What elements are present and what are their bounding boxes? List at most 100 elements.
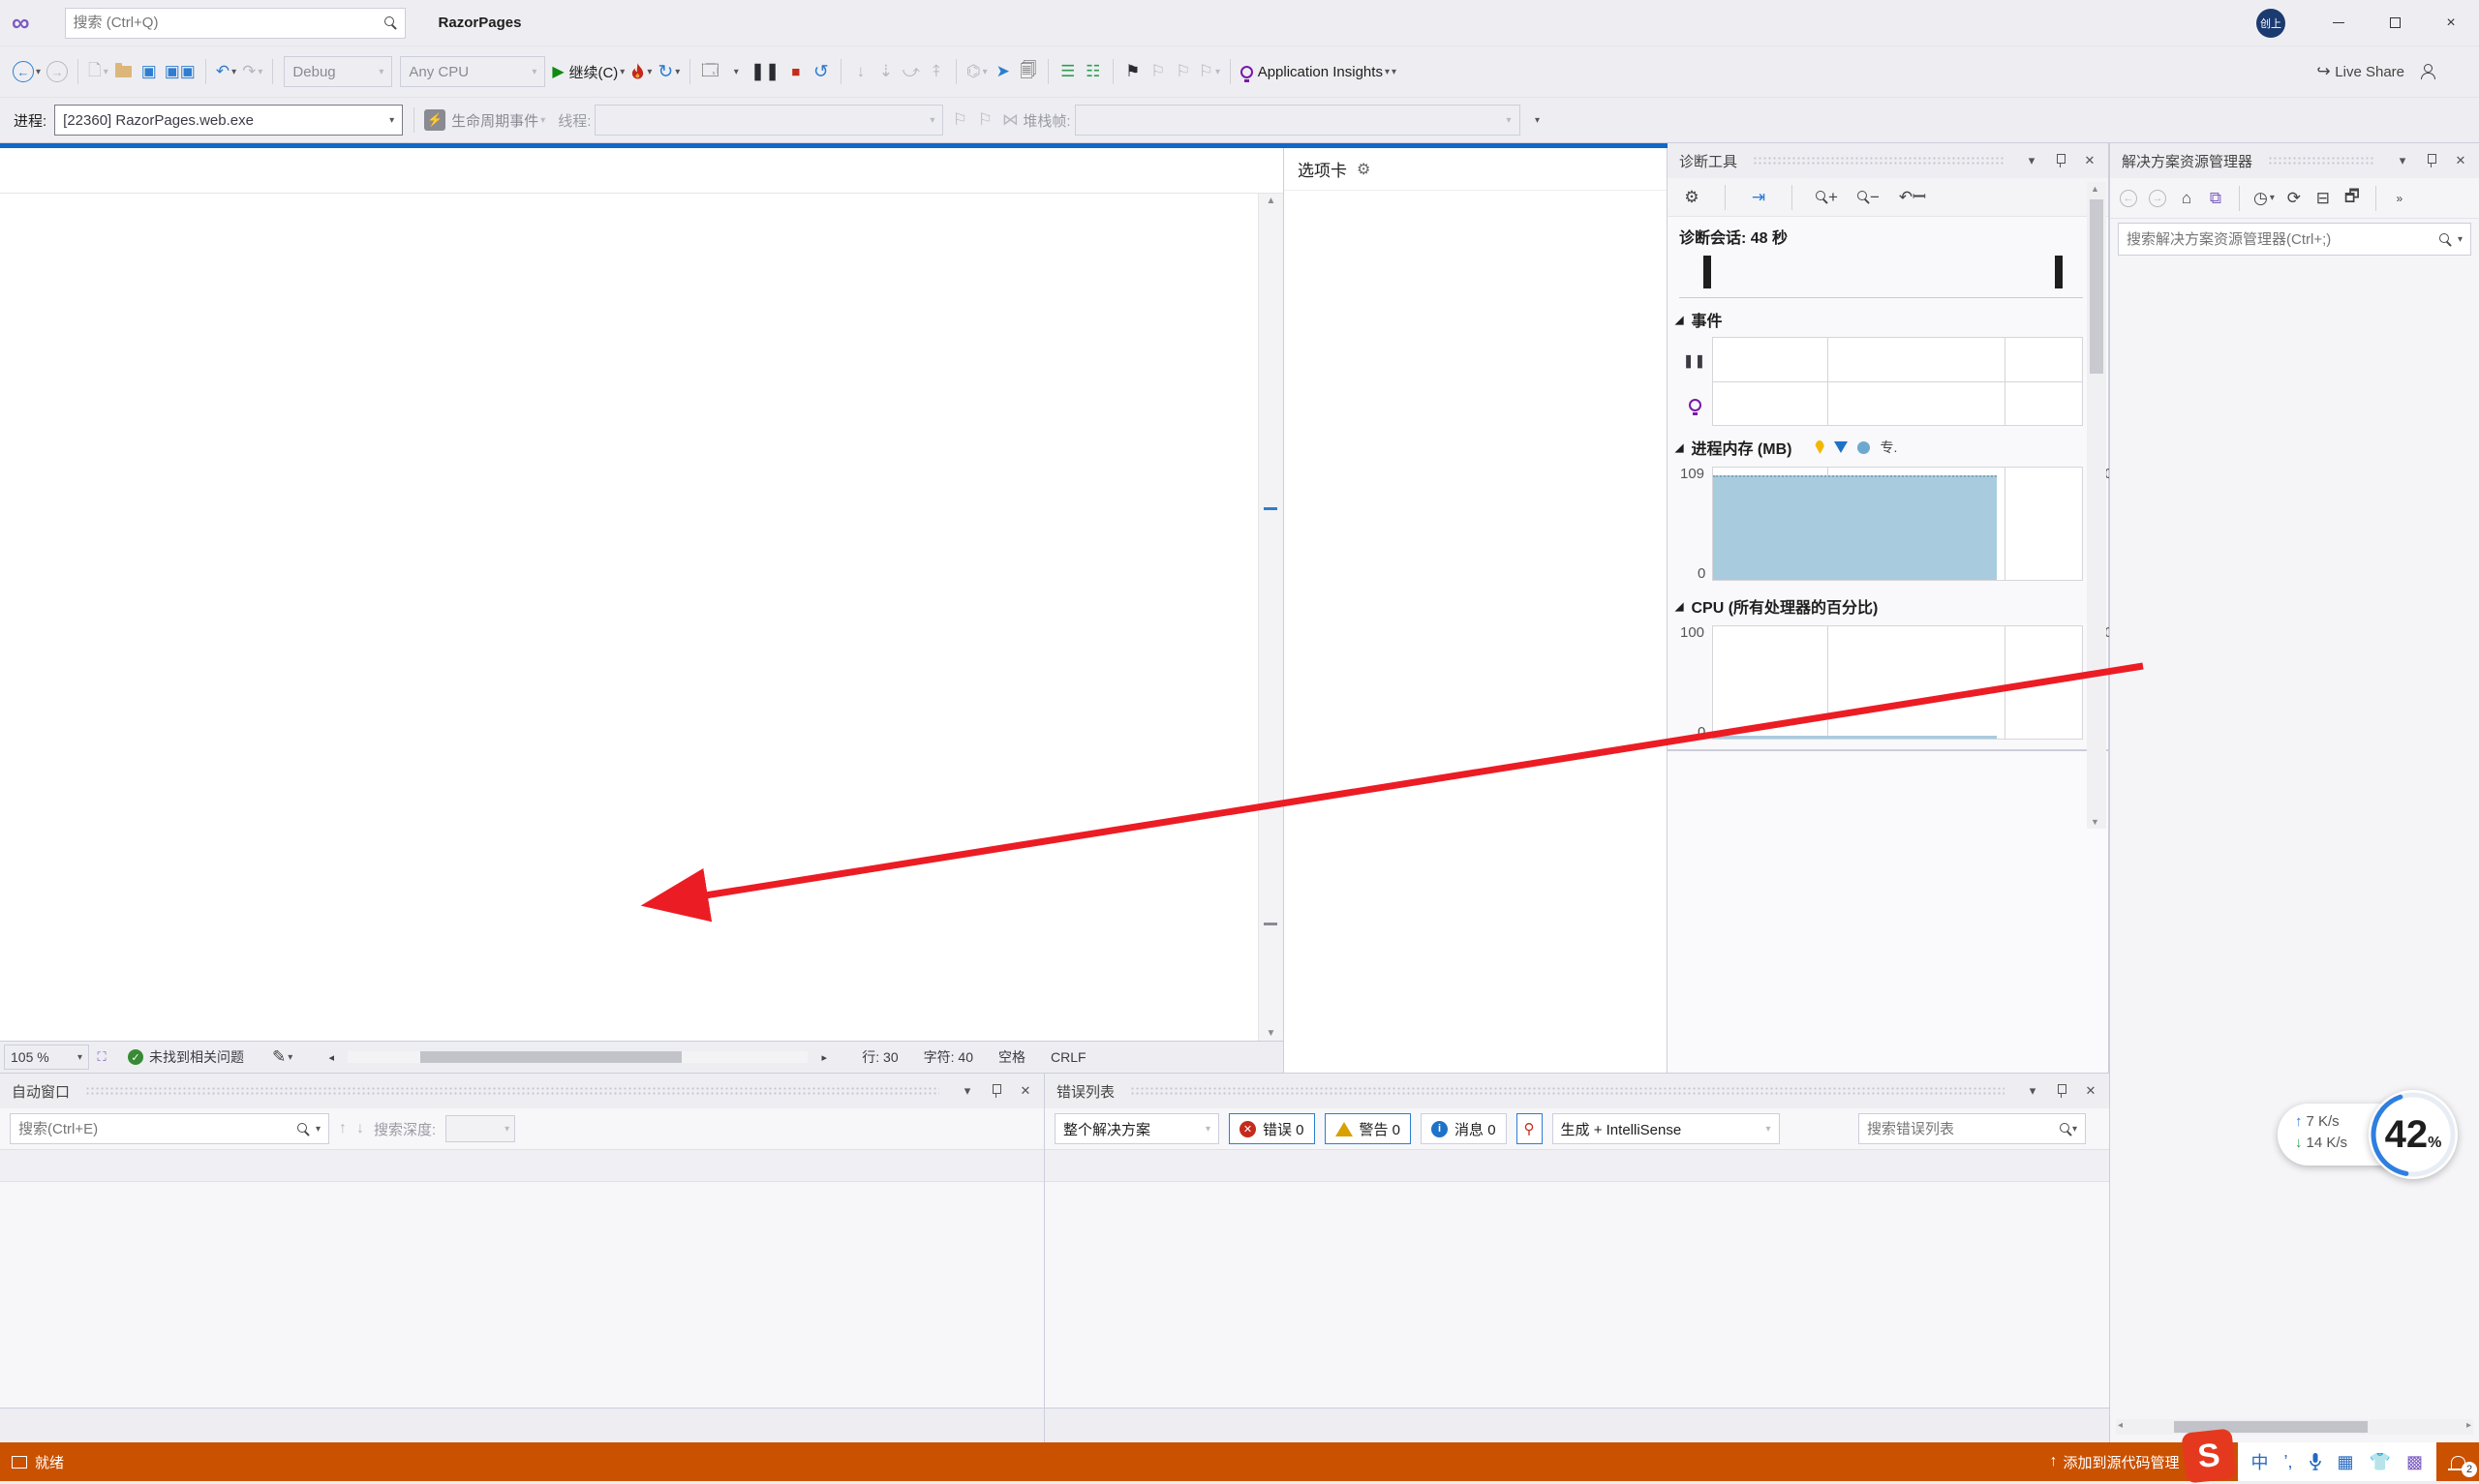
sync-with-active-document-icon[interactable]: ⟳ xyxy=(2281,182,2307,215)
undo-button[interactable]: ↶▾ xyxy=(213,55,239,88)
filter-icon-button[interactable]: ⚲ xyxy=(1516,1113,1543,1144)
save-button[interactable]: ▣ xyxy=(137,55,162,88)
next-bookmark-button[interactable]: ⚐ xyxy=(1171,55,1196,88)
code-editor[interactable]: ▲ ▼ 105 %▾ ⛶ ✓ 未找到相关问题 ✎▾ ◂ ▸ 行: 30 字符: … xyxy=(0,143,1284,1073)
error-list-body[interactable] xyxy=(1045,1182,2109,1408)
se-overflow-icon[interactable]: » xyxy=(2387,182,2412,215)
search-down-icon[interactable]: ↓ xyxy=(356,1120,364,1137)
maximize-button[interactable] xyxy=(2367,0,2423,45)
hscroll-right-icon[interactable]: ▸ xyxy=(811,1041,837,1074)
code-cleanup-icon[interactable]: ✎▾ xyxy=(269,1041,295,1074)
timeline-ruler[interactable] xyxy=(1679,252,2083,298)
outdent-lines-icon[interactable]: ☷ xyxy=(1081,55,1106,88)
conditions-icon[interactable]: ⌬▾ xyxy=(964,55,991,88)
error-search-box[interactable]: ▾ xyxy=(1858,1113,2086,1144)
window-position-icon[interactable]: ▾ xyxy=(2022,1083,2043,1099)
pending-changes-filter-icon[interactable]: ◷▾ xyxy=(2250,182,2278,215)
stop-debugging-button[interactable]: ■ xyxy=(783,55,809,88)
gear-icon[interactable]: ⚙ xyxy=(1357,160,1370,179)
autos-search-input[interactable] xyxy=(18,1121,297,1137)
add-to-source-control-button[interactable]: 添加到源代码管理 xyxy=(2064,1452,2180,1472)
restart-app-button[interactable]: ↺ xyxy=(809,55,834,88)
pin-icon[interactable] xyxy=(2050,154,2071,167)
zoom-out-icon[interactable]: − xyxy=(1854,181,1882,214)
hot-reload-button[interactable]: ▾ xyxy=(627,55,655,88)
close-icon[interactable]: ✕ xyxy=(2080,1083,2101,1099)
close-icon[interactable]: ✕ xyxy=(1015,1083,1036,1099)
memory-section-header[interactable]: 进程内存 (MB) xyxy=(1691,436,1791,459)
cpu-section-header[interactable]: CPU (所有处理器的百分比) xyxy=(1691,594,1878,618)
indent-lines-icon[interactable]: ☰ xyxy=(1056,55,1081,88)
restart-button[interactable]: ↻▾ xyxy=(655,55,683,88)
solution-explorer-hscrollbar[interactable]: ◂▸ xyxy=(2116,1419,2473,1435)
run-to-cursor-icon[interactable]: ➤ xyxy=(991,55,1016,88)
step-into-button[interactable]: ⇣ xyxy=(873,55,899,88)
break-all-button[interactable]: ❚❚ xyxy=(748,55,783,88)
show-next-statement-button[interactable]: ↓ xyxy=(848,55,873,88)
close-button[interactable]: × xyxy=(2423,0,2479,45)
document-outline-icon[interactable]: 🗐 xyxy=(1016,55,1041,88)
toggle-bookmark-button[interactable]: ⚑ xyxy=(1120,55,1146,88)
split-view-icon[interactable]: ⛶ xyxy=(89,1041,114,1074)
search-up-icon[interactable]: ↑ xyxy=(339,1120,347,1137)
ime-language-button[interactable]: 中 xyxy=(2251,1449,2269,1474)
navigate-forward-button[interactable]: → xyxy=(44,55,71,88)
timeline-end-marker[interactable] xyxy=(2055,256,2063,288)
step-over-button[interactable]: ⤻ xyxy=(899,55,924,88)
navigate-back-button[interactable]: ←▾ xyxy=(10,55,44,88)
soft-keyboard-icon[interactable]: ▦ xyxy=(2338,1452,2354,1472)
solution-search-input[interactable] xyxy=(2127,231,2439,248)
autos-search-box[interactable]: ▾ xyxy=(10,1113,329,1144)
hscroll-left-icon[interactable]: ◂ xyxy=(319,1041,344,1074)
timeline-start-marker[interactable] xyxy=(1703,256,1711,288)
code-area[interactable] xyxy=(0,194,1258,1041)
switch-views-icon[interactable]: ⧉ xyxy=(2203,182,2228,215)
preview-selected-icon[interactable]: 🗗 xyxy=(2340,182,2365,215)
lifecycle-events-dropdown[interactable]: ⚡生命周期事件▾ xyxy=(421,104,548,136)
browse-with-button[interactable]: 🗔 xyxy=(697,55,722,88)
open-folder-button[interactable] xyxy=(111,55,137,88)
scroll-down-icon[interactable]: ▼ xyxy=(1259,1028,1283,1039)
ime-toolbar[interactable]: 中 ’, ▦ 👕 ▩ xyxy=(2238,1442,2436,1481)
solution-platform-select[interactable]: Any CPU▾ xyxy=(400,56,545,87)
microphone-icon[interactable] xyxy=(2309,1452,2322,1471)
autos-body[interactable] xyxy=(0,1182,1044,1408)
add-user-icon[interactable] xyxy=(2415,55,2440,88)
window-position-icon[interactable]: ▾ xyxy=(2392,153,2413,168)
editor-vertical-scrollbar[interactable]: ▲ ▼ xyxy=(1258,194,1283,1041)
flag-icon[interactable]: ⚐ xyxy=(947,104,972,136)
flag-thread-icon[interactable]: ⚐ xyxy=(972,104,997,136)
pin-icon[interactable] xyxy=(986,1084,1007,1098)
toolbox-grid-icon[interactable]: ▩ xyxy=(2406,1452,2423,1472)
messages-filter-button[interactable]: i消息 0 xyxy=(1421,1113,1507,1144)
thread-select[interactable]: ▾ xyxy=(595,105,943,136)
home-icon[interactable]: ⌂ xyxy=(2174,182,2199,215)
close-icon[interactable]: ✕ xyxy=(2450,153,2471,168)
continue-button[interactable]: ▶ 继续(C)▾ xyxy=(549,55,627,88)
error-search-input[interactable] xyxy=(1867,1121,2060,1137)
warnings-filter-button[interactable]: 警告 0 xyxy=(1325,1113,1412,1144)
new-file-button[interactable]: 🗋▾ xyxy=(85,55,111,88)
minimize-button[interactable] xyxy=(2311,0,2367,45)
dbgbar-overflow-icon[interactable]: ▾ xyxy=(1524,104,1549,136)
solution-search-box[interactable]: ▾ xyxy=(2118,223,2471,256)
zoom-in-icon[interactable]: + xyxy=(1813,181,1841,214)
pin-icon[interactable] xyxy=(2051,1084,2072,1098)
se-forward-icon[interactable]: → xyxy=(2145,182,2170,215)
se-back-icon[interactable]: ← xyxy=(2116,182,2141,215)
step-out-button[interactable]: ⤉ xyxy=(924,55,949,88)
error-source-select[interactable]: 生成 + IntelliSense▾ xyxy=(1552,1113,1780,1144)
close-icon[interactable]: ✕ xyxy=(2079,153,2100,168)
user-avatar[interactable]: 创上 xyxy=(2256,9,2285,38)
error-scope-select[interactable]: 整个解决方案▾ xyxy=(1055,1113,1219,1144)
memory-percent-widget[interactable]: 42% xyxy=(2369,1090,2458,1179)
collapse-all-icon[interactable]: ⊟ xyxy=(2311,182,2336,215)
quick-search-input[interactable] xyxy=(74,15,384,31)
solution-configuration-select[interactable]: Debug▾ xyxy=(284,56,392,87)
editor-horizontal-scrollbar[interactable] xyxy=(348,1051,808,1063)
reset-view-icon[interactable]: ↶𝄩 xyxy=(1896,181,1929,214)
search-depth-select[interactable]: ▾ xyxy=(445,1115,515,1142)
indent-mode-indicator[interactable]: 空格 xyxy=(998,1047,1025,1067)
punctuation-icon[interactable]: ’, xyxy=(2284,1452,2293,1472)
window-position-icon[interactable]: ▾ xyxy=(2021,153,2042,168)
